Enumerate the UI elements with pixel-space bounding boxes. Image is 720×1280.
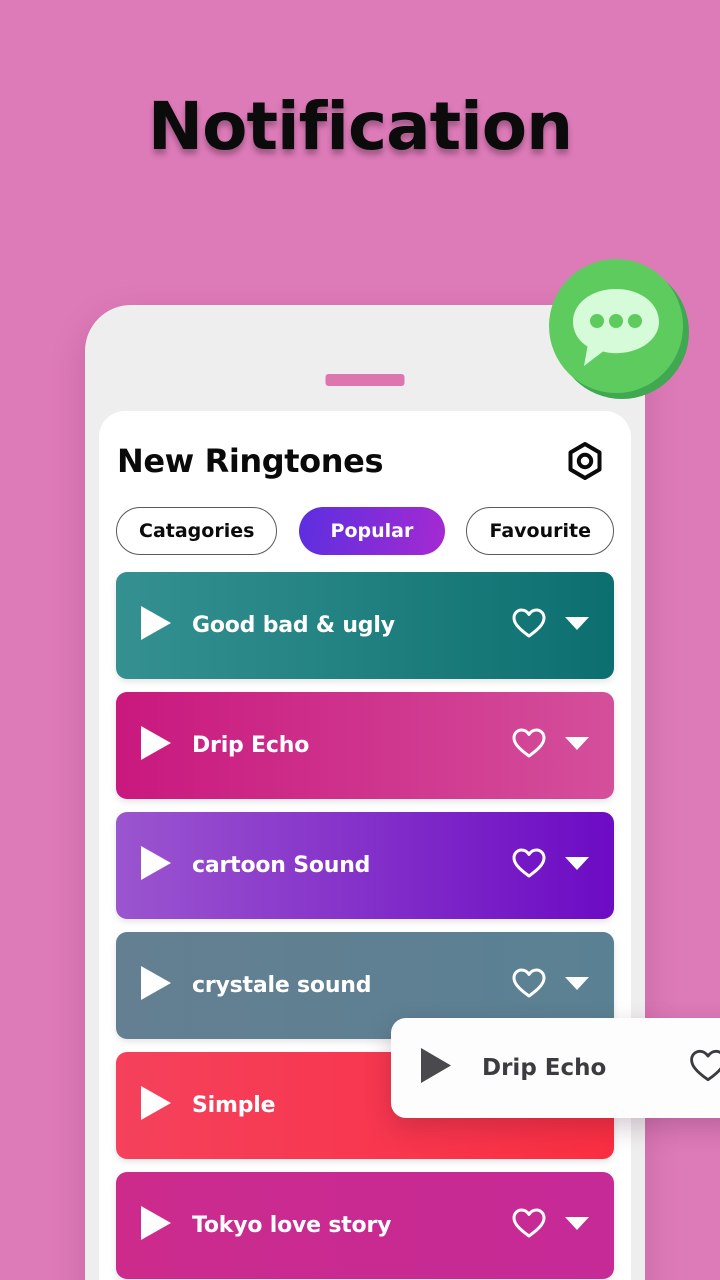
app-header: New Ringtones xyxy=(99,411,631,481)
caret-down-icon[interactable] xyxy=(564,975,590,996)
app-screen: New Ringtones Catagories Popular Favouri… xyxy=(99,411,631,1280)
chat-bubble-icon xyxy=(546,256,692,402)
play-icon[interactable] xyxy=(138,1204,172,1247)
now-playing-title: Drip Echo xyxy=(482,1055,607,1081)
heart-outline-icon[interactable] xyxy=(512,967,564,1004)
tab-favourite[interactable]: Favourite xyxy=(466,507,614,555)
ringtone-title: Drip Echo xyxy=(192,733,310,758)
play-icon[interactable] xyxy=(138,604,172,647)
heart-outline-icon[interactable] xyxy=(512,727,564,764)
caret-down-icon[interactable] xyxy=(564,735,590,756)
ringtone-title: cartoon Sound xyxy=(192,853,371,878)
tab-popular[interactable]: Popular xyxy=(298,507,446,555)
caret-down-icon[interactable] xyxy=(564,855,590,876)
tab-catagories[interactable]: Catagories xyxy=(116,507,278,555)
play-icon[interactable] xyxy=(138,964,172,1007)
play-icon[interactable] xyxy=(138,844,172,887)
heart-outline-icon[interactable] xyxy=(689,1048,720,1088)
ringtone-list: Good bad & ugly Drip Echo cartoon Sound … xyxy=(99,555,631,1279)
play-icon[interactable] xyxy=(138,1084,172,1127)
heart-outline-icon[interactable] xyxy=(512,1207,564,1244)
phone-mockup: New Ringtones Catagories Popular Favouri… xyxy=(85,305,645,1280)
heart-outline-icon[interactable] xyxy=(512,847,564,884)
ringtone-title: Good bad & ugly xyxy=(192,613,395,638)
ringtone-row[interactable]: Tokyo love story xyxy=(116,1172,614,1279)
play-icon[interactable] xyxy=(138,724,172,767)
app-title: New Ringtones xyxy=(117,442,384,480)
caret-down-icon[interactable] xyxy=(564,615,590,636)
now-playing-card[interactable]: Drip Echo xyxy=(391,1018,720,1118)
caret-down-icon[interactable] xyxy=(564,1215,590,1236)
heart-outline-icon[interactable] xyxy=(512,607,564,644)
gear-hex-icon[interactable] xyxy=(565,441,605,481)
tab-bar: Catagories Popular Favourite xyxy=(99,481,631,555)
ringtone-title: crystale sound xyxy=(192,973,372,998)
ringtone-row[interactable]: cartoon Sound xyxy=(116,812,614,919)
phone-speaker-bar xyxy=(325,374,405,386)
ringtone-row[interactable]: Good bad & ugly xyxy=(116,572,614,679)
ringtone-row[interactable]: Drip Echo xyxy=(116,692,614,799)
play-icon[interactable] xyxy=(419,1047,452,1089)
ringtone-title: Tokyo love story xyxy=(192,1213,392,1238)
page-title: Notification xyxy=(147,88,573,165)
